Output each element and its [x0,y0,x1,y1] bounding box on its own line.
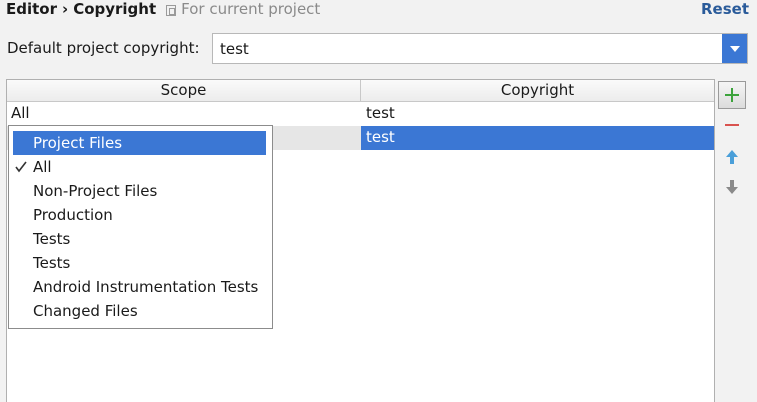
dropdown-item-tests[interactable]: Tests [9,251,272,275]
scope-dropdown-list[interactable]: Project Files All Non-Project Files Prod… [8,125,273,329]
reset-link[interactable]: Reset [701,0,749,20]
column-header-copyright[interactable]: Copyright [361,80,714,101]
breadcrumb-parent[interactable]: Editor [6,0,57,18]
dropdown-item-non-project-files[interactable]: Non-Project Files [9,179,272,203]
plus-icon [725,88,739,102]
move-down-button[interactable] [718,173,746,201]
scope-hint: For current project [166,0,320,18]
scope-cell[interactable]: All [7,102,361,126]
dropdown-item-tests[interactable]: Tests [9,227,272,251]
dropdown-item-project-files[interactable]: Project Files [13,131,266,155]
remove-button[interactable] [718,111,746,139]
dropdown-item-changed-files[interactable]: Changed Files [9,299,272,323]
arrow-up-icon [726,150,738,164]
breadcrumb-current: Copyright [73,0,157,18]
default-copyright-value: test [220,39,249,58]
dropdown-item-all[interactable]: All [9,155,272,179]
arrow-down-icon [726,180,738,194]
chevron-down-icon[interactable] [722,34,747,63]
dropdown-item-android-instrumentation-tests[interactable]: Android Instrumentation Tests [9,275,272,299]
breadcrumb-separator: › [62,0,69,18]
breadcrumb: Editor › Copyright For current project [6,0,320,20]
dropdown-item-label: All [33,158,52,176]
move-up-button[interactable] [718,143,746,171]
default-copyright-label: Default project copyright: [7,39,200,57]
copyright-settings-page: Editor › Copyright For current project R… [0,0,757,402]
table-header: Scope Copyright [7,80,714,102]
default-copyright-combo[interactable]: test [212,33,748,64]
checkmark-icon [15,155,29,179]
table-row[interactable]: All test [7,102,714,126]
scope-hint-text: For current project [181,0,321,18]
copyright-cell[interactable]: test [361,102,714,126]
copyright-cell[interactable]: test [361,126,714,150]
dropdown-item-production[interactable]: Production [9,203,272,227]
copy-icon [166,4,177,16]
column-header-scope[interactable]: Scope [7,80,361,101]
minus-icon [725,124,739,126]
add-button[interactable] [718,81,746,109]
